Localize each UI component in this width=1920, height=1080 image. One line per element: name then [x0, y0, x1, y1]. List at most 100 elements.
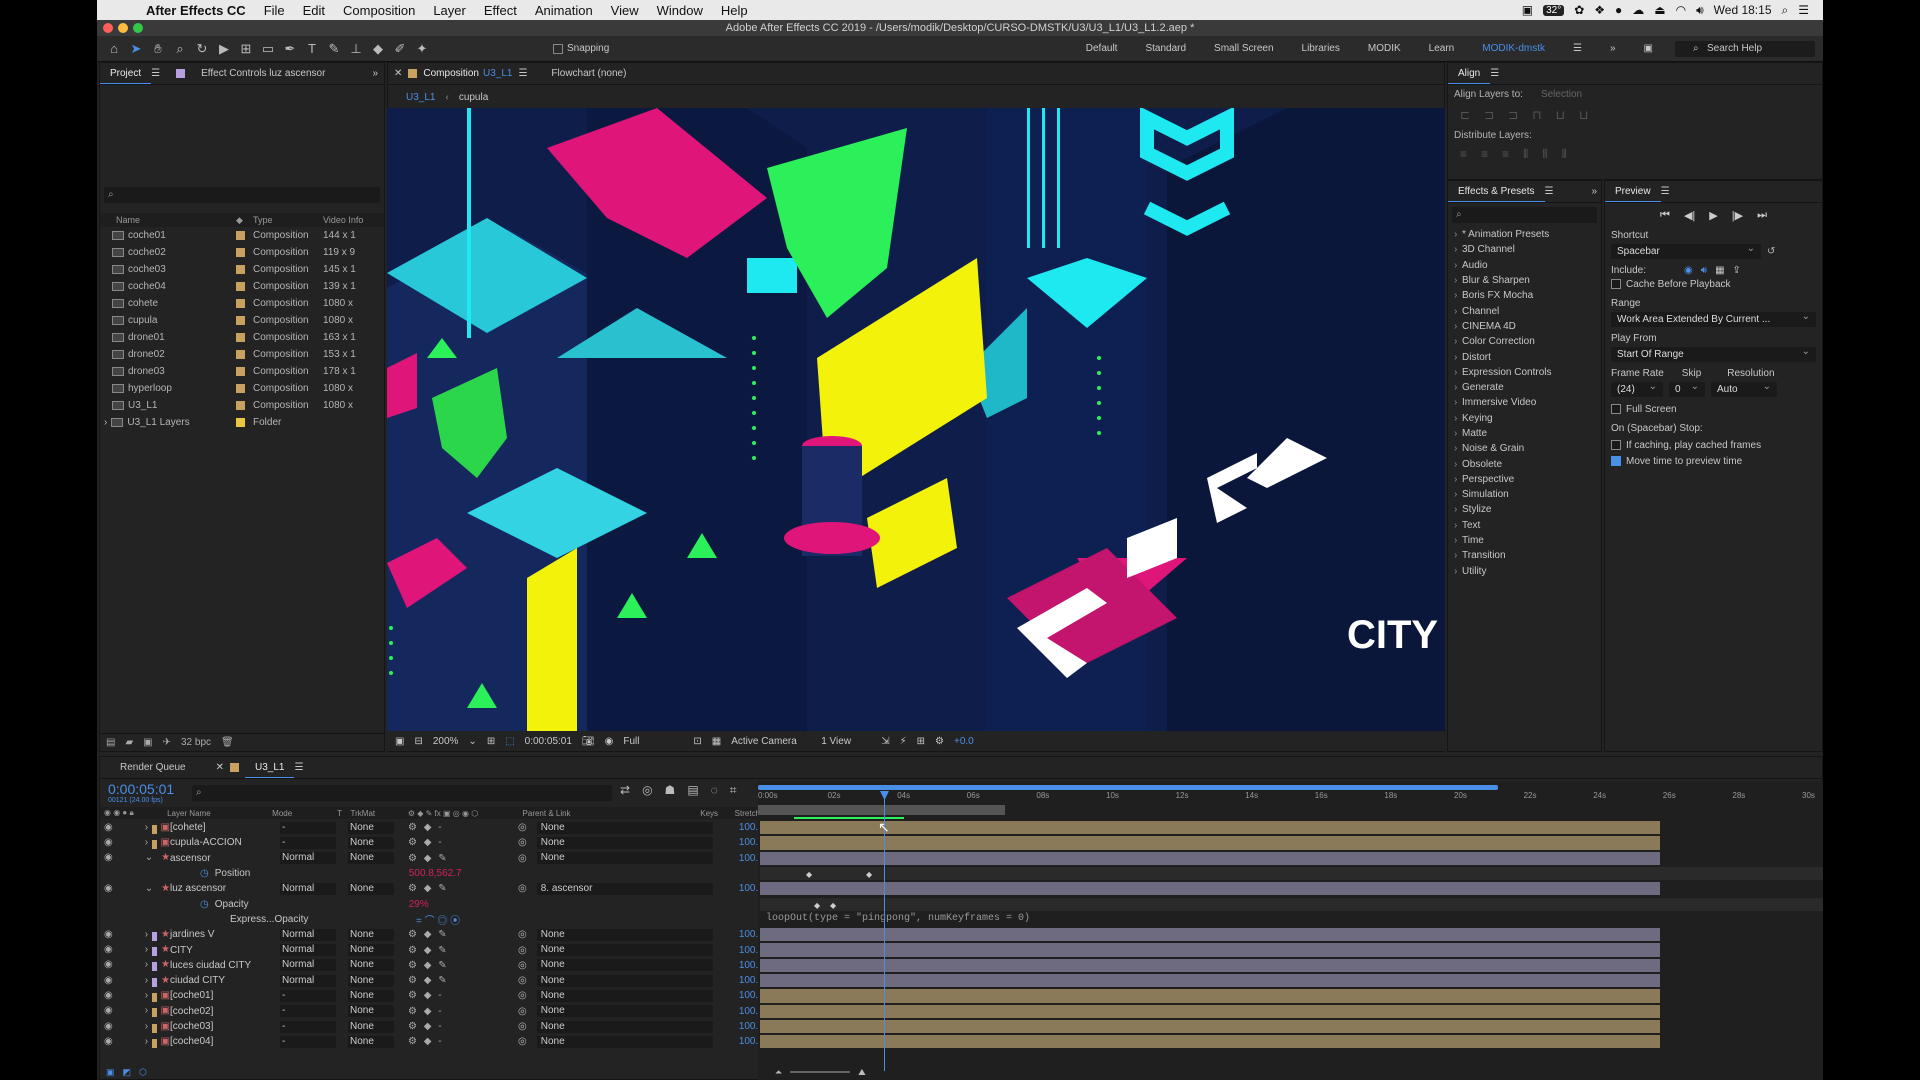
- trash-icon[interactable]: 🗑︎: [221, 737, 234, 748]
- label-color[interactable]: [152, 1023, 157, 1033]
- layer-duration-bar[interactable]: [760, 882, 1660, 896]
- distribute-bottom-icon[interactable]: ≡: [1502, 147, 1509, 162]
- frame-rate-dropdown[interactable]: (24): [1611, 379, 1663, 397]
- expand-arrow-icon[interactable]: ›: [1454, 535, 1462, 546]
- layer-name[interactable]: ciudad CITY: [170, 975, 280, 986]
- zoom-out-icon[interactable]: ⏶: [775, 1067, 782, 1078]
- tab-menu-icon[interactable]: ☰: [518, 68, 527, 79]
- effects-category[interactable]: › Matte: [1448, 426, 1601, 441]
- include-video-icon[interactable]: ◉: [1684, 265, 1693, 276]
- next-frame-icon[interactable]: |▶: [1732, 209, 1743, 222]
- effects-category[interactable]: › Immersive Video: [1448, 395, 1601, 410]
- layer-switches[interactable]: ⚙ ◆ -: [408, 1006, 518, 1017]
- pickwhip-icon[interactable]: ◎: [518, 960, 527, 971]
- reset-icon[interactable]: ↺: [1767, 246, 1775, 257]
- label-color[interactable]: [152, 931, 158, 941]
- layer-mode-dropdown[interactable]: -: [280, 821, 336, 834]
- tab-composition-name[interactable]: U3_L1: [483, 68, 512, 79]
- draft-3d-icon[interactable]: ◎: [642, 783, 652, 798]
- layer-switches[interactable]: ⚙ ◆ ✎: [408, 960, 518, 971]
- timeline-search-input[interactable]: ⌕: [192, 785, 612, 801]
- pickwhip-icon[interactable]: ◎: [518, 990, 527, 1001]
- effects-category[interactable]: › Noise & Grain: [1448, 441, 1601, 456]
- column-keys[interactable]: Keys: [700, 809, 734, 818]
- puppet-tool-icon[interactable]: ✦: [411, 39, 433, 59]
- layer-duration-bar[interactable]: [760, 989, 1660, 1003]
- keyframe-icon[interactable]: ◆: [814, 901, 820, 910]
- layer-mode-dropdown[interactable]: Normal: [280, 944, 336, 957]
- expand-arrow-icon[interactable]: ›: [1454, 550, 1462, 561]
- effects-category[interactable]: › 3D Channel: [1448, 242, 1601, 257]
- layer-duration-bar[interactable]: [760, 1019, 1660, 1034]
- layer-switches[interactable]: ⚙ ◆ ✎: [408, 945, 518, 956]
- project-item[interactable]: cohete Composition 1080 x: [100, 295, 384, 312]
- layer-mode-dropdown[interactable]: Normal: [280, 928, 336, 941]
- label-color[interactable]: [152, 839, 157, 849]
- tab-effects-presets[interactable]: Effects & Presets: [1448, 181, 1545, 202]
- expand-arrow-icon[interactable]: ›: [145, 975, 148, 987]
- column-t[interactable]: T: [337, 809, 350, 818]
- timeline-timecode[interactable]: 0:00:05:01: [108, 781, 174, 797]
- distribute-hcenter-icon[interactable]: ⦀: [1542, 147, 1547, 162]
- pickwhip-icon[interactable]: ◎: [518, 883, 527, 894]
- align-to-dropdown[interactable]: Selection: [1541, 89, 1582, 100]
- pickwhip-icon[interactable]: ◎: [518, 853, 527, 864]
- label-color[interactable]: [152, 962, 158, 972]
- effects-category[interactable]: › Distort: [1448, 349, 1601, 364]
- menu-view[interactable]: View: [602, 3, 648, 18]
- expand-arrow-icon[interactable]: ›: [145, 959, 148, 971]
- pickwhip-icon[interactable]: ◎: [518, 975, 527, 986]
- keyframe-icon[interactable]: ◆: [866, 870, 872, 879]
- parent-dropdown[interactable]: None: [536, 974, 713, 987]
- rotate-tool-icon[interactable]: ↻: [191, 39, 213, 59]
- effects-category[interactable]: › Boris FX Mocha: [1448, 288, 1601, 303]
- layer-duration-bar[interactable]: [760, 1004, 1660, 1018]
- layer-mode-dropdown[interactable]: -: [280, 1005, 336, 1018]
- effects-category[interactable]: › Keying: [1448, 411, 1601, 426]
- fast-previews-icon[interactable]: ⚡︎: [900, 736, 907, 747]
- expand-arrow-icon[interactable]: ›: [1454, 352, 1462, 363]
- shy-layers-icon[interactable]: ☗: [665, 783, 676, 798]
- screen-record-icon[interactable]: ▣: [1522, 3, 1533, 17]
- temperature-badge[interactable]: 32°: [1543, 4, 1565, 16]
- region-of-interest-icon[interactable]: ⊡: [693, 736, 701, 747]
- trkmat-dropdown[interactable]: None: [348, 959, 394, 972]
- skip-dropdown[interactable]: 0: [1669, 379, 1705, 397]
- layer-name[interactable]: [cohete]: [170, 822, 280, 833]
- pickwhip-icon[interactable]: ◎: [518, 1021, 527, 1032]
- expand-workspaces-icon[interactable]: »: [1596, 43, 1630, 54]
- parent-dropdown[interactable]: None: [536, 1005, 713, 1018]
- project-search-input[interactable]: ⌕: [104, 187, 380, 203]
- project-item[interactable]: coche02 Composition 119 x 9: [100, 244, 384, 261]
- effects-category[interactable]: › Audio: [1448, 258, 1601, 273]
- notification-icon[interactable]: ●: [1615, 3, 1622, 17]
- zoom-in-icon[interactable]: ⛰: [858, 1067, 866, 1078]
- project-item[interactable]: drone03 Composition 178 x 1: [100, 363, 384, 380]
- view-layout-dropdown[interactable]: 1 View: [821, 736, 871, 747]
- effects-category[interactable]: › Generate: [1448, 380, 1601, 395]
- keyframe-icon[interactable]: ◆: [830, 901, 836, 910]
- expand-arrow-icon[interactable]: ›: [1454, 413, 1462, 424]
- exposure-value[interactable]: +0.0: [954, 736, 974, 747]
- expand-arrow-icon[interactable]: ›: [1454, 275, 1462, 286]
- expand-arrow-icon[interactable]: ›: [145, 1036, 148, 1048]
- snapping-toggle[interactable]: Snapping: [553, 43, 609, 54]
- effects-category[interactable]: › Text: [1448, 518, 1601, 533]
- menu-file[interactable]: File: [255, 3, 294, 18]
- label-color[interactable]: [152, 992, 157, 1002]
- align-right-icon[interactable]: ⊐: [1508, 108, 1518, 122]
- effects-category[interactable]: › Simulation: [1448, 487, 1601, 502]
- trkmat-dropdown[interactable]: None: [348, 1035, 394, 1048]
- full-screen-checkbox[interactable]: Full Screen: [1611, 401, 1816, 417]
- menu-animation[interactable]: Animation: [526, 3, 602, 18]
- pan-behind-tool-icon[interactable]: ⊞: [235, 39, 257, 59]
- effects-category[interactable]: › Time: [1448, 533, 1601, 548]
- expand-arrow-icon[interactable]: ›: [1454, 566, 1462, 577]
- column-name[interactable]: Name: [100, 215, 236, 225]
- label-color[interactable]: [236, 231, 245, 240]
- tab-menu-icon[interactable]: ☰: [1545, 186, 1554, 197]
- parent-dropdown[interactable]: None: [536, 1020, 713, 1033]
- layer-duration-bar[interactable]: [760, 836, 1660, 850]
- toggle-pixel-aspect-icon[interactable]: ⇲: [881, 736, 889, 747]
- chevron-down-icon[interactable]: ⌄: [468, 736, 476, 747]
